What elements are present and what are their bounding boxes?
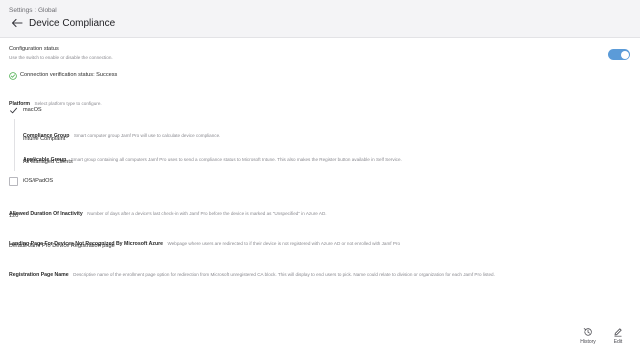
history-icon [583,328,592,336]
landing-page-value: Default Jamf Pro Device Registration pag… [9,243,115,249]
applicable-group-header: Applicable Group Smart group containing … [23,148,402,166]
registration-page-header: Registration Page Name Descriptive name … [9,263,495,281]
compliance-group-description: Smart computer group Jamf Pro will use t… [73,133,221,138]
config-status-toggle[interactable] [608,49,630,60]
compliance-group-value: Intune Complaint [23,136,66,142]
inactivity-description: Number of days after a device's last che… [87,211,327,216]
ios-checkbox[interactable] [9,177,18,186]
checkmark-icon [10,107,18,114]
macos-checkbox[interactable] [9,106,18,115]
breadcrumb-separator: : [34,7,37,14]
inactivity-value: 120 [9,213,19,219]
breadcrumb: Settings : Global [9,7,57,14]
applicable-group-value: All Managed Clients [23,159,73,165]
inactivity-label: Allowed Duration Of Inactivity [9,211,83,217]
success-check-icon [9,72,17,80]
connection-status-text: Connection verification status: Success [20,72,118,78]
ios-label: iOS/iPadOS [23,178,54,184]
registration-page-description: Descriptive name of the enrollment page … [73,272,495,277]
page-title: Device Compliance [29,18,116,29]
platform-description: Select platform type to configure. [34,101,102,106]
macos-label: macOS [23,107,42,113]
back-arrow-icon[interactable] [11,18,23,28]
inactivity-header: Allowed Duration Of Inactivity Number of… [9,202,327,220]
registration-page-label: Registration Page Name [9,272,69,278]
config-status-description: Use the switch to enable or disable the … [9,55,113,60]
edit-button[interactable]: Edit [606,327,630,345]
breadcrumb-settings-link[interactable]: Settings [9,7,33,14]
applicable-group-description: Smart group containing all computers Jam… [70,157,402,162]
page-header: Settings : Global Device Compliance [0,0,640,38]
toggle-knob [620,50,629,59]
landing-page-description: Webpage where users are redirected to if… [167,241,401,246]
edit-label: Edit [613,339,623,345]
nested-divider [14,119,15,171]
edit-icon [614,328,622,337]
history-button[interactable]: History [576,327,600,345]
config-status-label: Configuration status [9,46,59,52]
history-label: History [580,339,596,345]
breadcrumb-current: Global [37,7,57,14]
